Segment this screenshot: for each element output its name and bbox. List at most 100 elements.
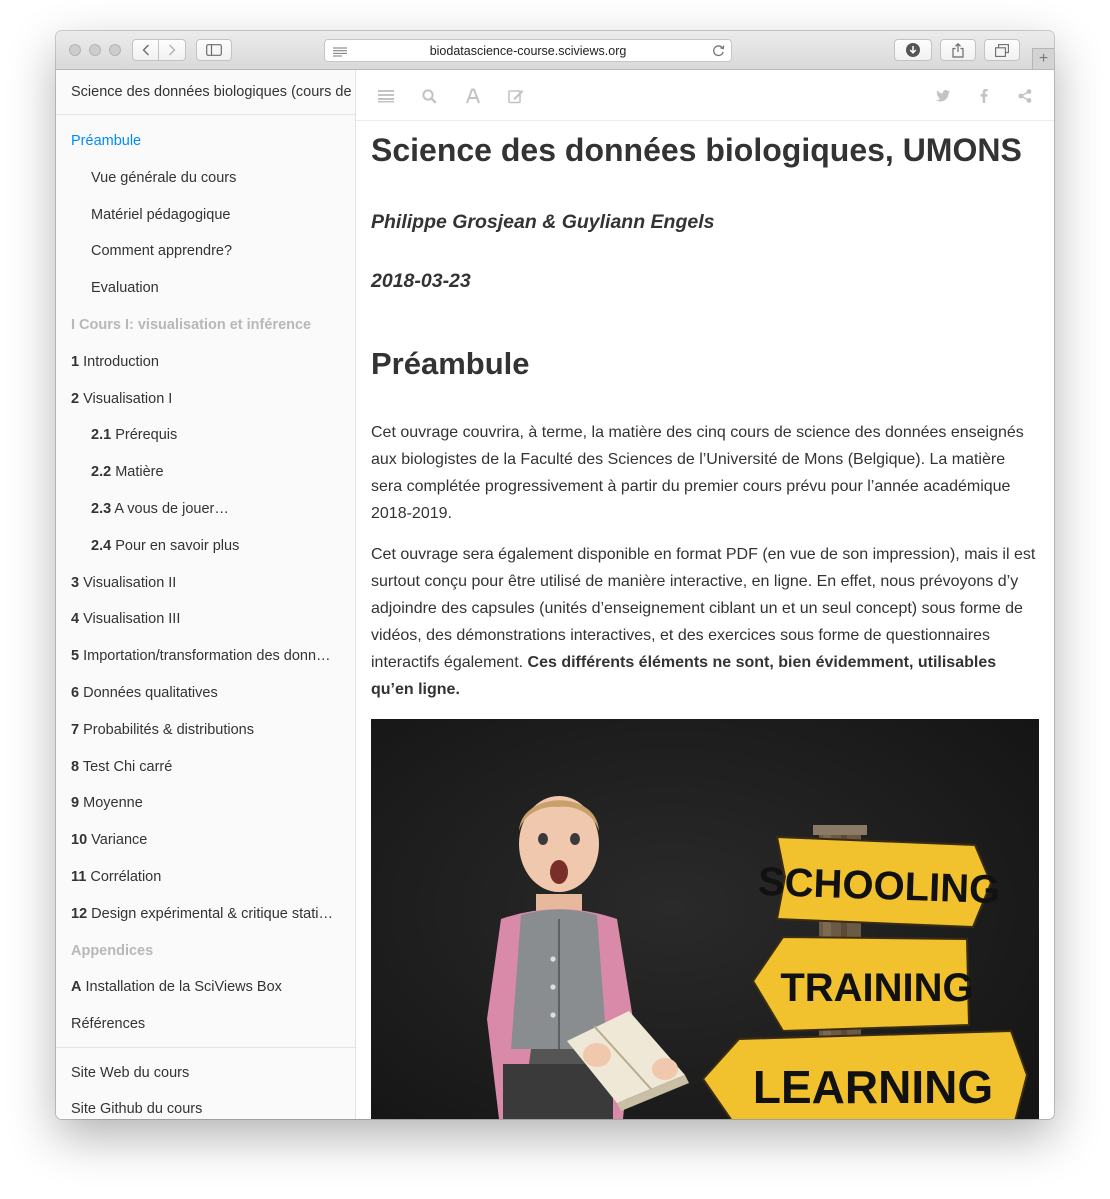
- browser-window: biodatascience-course.sciviews.org + Sci…: [56, 31, 1054, 1119]
- toc-item[interactable]: 11 Corrélation: [56, 867, 335, 887]
- reader-icon[interactable]: [333, 46, 347, 60]
- course-github-link[interactable]: Site Github du cours: [56, 1099, 335, 1119]
- toc-item-label: Introduction: [83, 353, 159, 370]
- toc-item[interactable]: 6 Données qualitatives: [56, 683, 335, 703]
- illustration-image: SCHOOLING TRAINING LEARNING: [371, 719, 1039, 1119]
- toc-item[interactable]: Matériel pédagogique: [56, 205, 335, 225]
- toc-item-number: 2.4: [91, 537, 112, 554]
- toc-item[interactable]: 2.2 Matière: [56, 462, 335, 482]
- sign-learning: LEARNING: [701, 1029, 1029, 1119]
- back-button[interactable]: [132, 39, 159, 61]
- toc-item-label: Préambule: [71, 133, 142, 149]
- share-icon[interactable]: [1016, 87, 1034, 105]
- toc-item-label: Design expérimental & critique statistiq…: [91, 905, 335, 922]
- close-window-button[interactable]: [69, 44, 81, 56]
- toc-item-number: 4: [71, 611, 80, 628]
- forward-button[interactable]: [159, 39, 186, 61]
- minimize-window-button[interactable]: [89, 44, 101, 56]
- toc-item-label: Moyenne: [83, 795, 143, 812]
- toc-item-number: 11: [71, 869, 87, 885]
- toc-item-label: Visualisation II: [83, 574, 177, 591]
- toc-item[interactable]: 4 Visualisation III: [56, 609, 335, 629]
- toc-item-label: A vous de jouer…: [114, 501, 229, 517]
- toc-item-number: 1: [71, 353, 80, 370]
- page-title: Science des données biologiques, UMONS: [371, 132, 1022, 168]
- toc-item-number: 5: [71, 648, 80, 665]
- toc-item-label: Comment apprendre?: [91, 243, 233, 260]
- toc-item-number: 2.2: [91, 464, 112, 481]
- toc-item-number: 2: [71, 390, 80, 407]
- downloads-button[interactable]: [894, 39, 932, 61]
- toc-item-label: Variance: [91, 832, 148, 849]
- facebook-icon[interactable]: [975, 87, 993, 105]
- paragraph-intro: Cet ouvrage couvrira, à terme, la matièr…: [371, 424, 1024, 522]
- toc-item[interactable]: Evaluation: [56, 278, 335, 298]
- new-tab-button[interactable]: +: [1032, 48, 1054, 69]
- sidebar-toggle-button[interactable]: [196, 39, 232, 61]
- menu-icon[interactable]: [377, 87, 395, 105]
- paragraph-format-text: Cet ouvrage sera également disponible en…: [371, 546, 1036, 671]
- section-heading: Préambule: [371, 346, 530, 381]
- url-text: biodatascience-course.sciviews.org: [429, 43, 627, 58]
- search-icon[interactable]: [420, 87, 438, 105]
- sign-schooling-label: SCHOOLING: [757, 860, 1001, 912]
- toc-item-number: 7: [71, 721, 80, 738]
- toc-item[interactable]: Préambule: [56, 131, 335, 151]
- toc-item[interactable]: A Installation de la SciViews Box: [56, 977, 335, 997]
- toc-item[interactable]: 2.4 Pour en savoir plus: [56, 536, 335, 556]
- toc-item-number: 9: [71, 795, 80, 812]
- sidebar-divider: [56, 1047, 355, 1048]
- toc-item-label: I Cours I: visualisation et inférence: [71, 317, 312, 333]
- toc-item[interactable]: 5 Importation/transformation des données: [56, 646, 335, 666]
- chevron-left-icon: [142, 44, 149, 56]
- toc-item-number: 3: [71, 574, 80, 591]
- toc-part-header: Appendices: [56, 941, 335, 961]
- edit-icon[interactable]: [507, 87, 525, 105]
- zoom-window-button[interactable]: [109, 44, 121, 56]
- toc-item[interactable]: 3 Visualisation II: [56, 573, 335, 593]
- book-toolbar: [356, 70, 1054, 121]
- toc-item[interactable]: 8 Test Chi carré: [56, 757, 335, 777]
- course-website-link[interactable]: Site Web du cours: [56, 1063, 335, 1083]
- toc-part-header: I Cours I: visualisation et inférence: [56, 315, 335, 335]
- book-title-link[interactable]: Science des données biologiques (cours d…: [56, 70, 355, 115]
- toc-item-label: Vue générale du cours: [91, 169, 237, 186]
- toc-item[interactable]: 7 Probabilités & distributions: [56, 720, 335, 740]
- address-bar[interactable]: biodatascience-course.sciviews.org: [324, 39, 732, 62]
- toc-item[interactable]: 2 Visualisation I: [56, 389, 335, 409]
- twitter-icon[interactable]: [934, 87, 952, 105]
- sign-training: TRAINING: [751, 935, 974, 1033]
- author-line: Philippe Grosjean & Guyliann Engels: [371, 211, 715, 233]
- toc-item-label: Visualisation I: [83, 390, 173, 407]
- toc-item-label: Evaluation: [91, 280, 159, 297]
- toc-item[interactable]: Références: [56, 1014, 335, 1034]
- reload-icon[interactable]: [712, 44, 725, 60]
- toc-item-label: Données qualitatives: [83, 685, 218, 701]
- toc-item[interactable]: 10 Variance: [56, 830, 335, 850]
- toc-item[interactable]: 12 Design expérimental & critique statis…: [56, 904, 335, 924]
- paragraph-format: Cet ouvrage sera également disponible en…: [371, 541, 1039, 703]
- toc-item-number: 8: [71, 758, 80, 775]
- toc-item[interactable]: Comment apprendre?: [56, 241, 335, 261]
- toc-item[interactable]: 9 Moyenne: [56, 793, 335, 813]
- toc-item[interactable]: Vue générale du cours: [56, 168, 335, 188]
- main-content-area: Science des données biologiques, UMONS P…: [356, 70, 1054, 1119]
- font-icon[interactable]: [464, 87, 482, 105]
- toc-item-label: Matière: [115, 464, 164, 481]
- sign-training-label: TRAINING: [780, 966, 973, 1010]
- toc-item-label: Prérequis: [115, 427, 178, 444]
- toc-item-label: Visualisation III: [83, 611, 181, 628]
- share-button[interactable]: [940, 39, 976, 61]
- tabs-overview-button[interactable]: [984, 39, 1020, 61]
- toc-item[interactable]: 1 Introduction: [56, 352, 335, 372]
- toc-item-number: 6: [71, 685, 80, 701]
- chevron-right-icon: [169, 44, 176, 56]
- toc-item[interactable]: 2.3 A vous de jouer…: [56, 499, 335, 519]
- toc-item-label: Installation de la SciViews Box: [85, 979, 282, 996]
- history-nav: [132, 39, 186, 61]
- toc-item-label: Corrélation: [90, 869, 162, 885]
- toc-item-label: Appendices: [71, 942, 154, 959]
- toc-item[interactable]: 2.1 Prérequis: [56, 425, 335, 445]
- publication-date: 2018-03-23: [371, 270, 471, 292]
- toc-item-number: 2.1: [91, 427, 112, 444]
